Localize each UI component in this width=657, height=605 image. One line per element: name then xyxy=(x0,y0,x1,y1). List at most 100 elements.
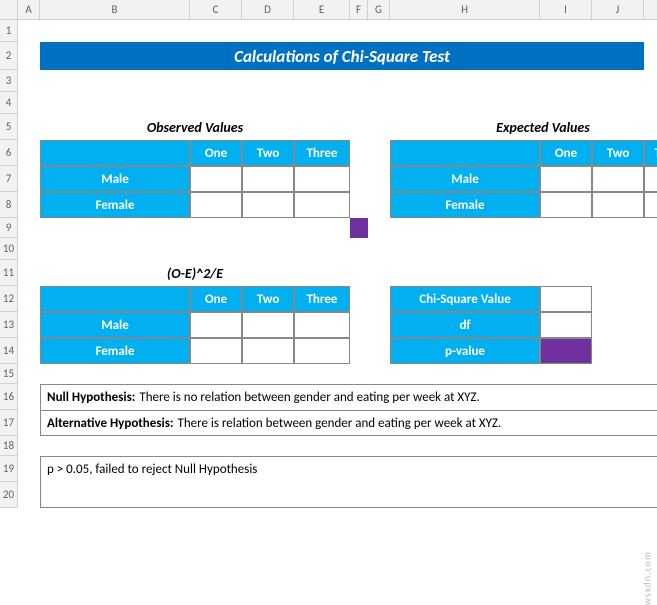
observed-male-two[interactable] xyxy=(242,166,294,192)
cell[interactable] xyxy=(644,218,657,238)
cell[interactable] xyxy=(18,286,40,312)
oe-female-two[interactable] xyxy=(242,338,294,364)
pvalue-value[interactable] xyxy=(540,338,592,364)
oe-male-two[interactable] xyxy=(242,312,294,338)
oe-female-one[interactable] xyxy=(190,338,242,364)
cell[interactable] xyxy=(242,20,294,42)
df-value[interactable] xyxy=(540,312,592,338)
oe-col-two[interactable]: Two xyxy=(242,286,294,312)
row-16[interactable]: 16 xyxy=(0,384,18,410)
cell[interactable] xyxy=(40,20,190,42)
cell[interactable] xyxy=(18,436,657,456)
col-A[interactable]: A xyxy=(18,0,40,20)
expected-female-three[interactable] xyxy=(644,192,657,218)
cell[interactable] xyxy=(18,312,40,338)
cell[interactable] xyxy=(644,338,657,364)
oe-male-three[interactable] xyxy=(294,312,350,338)
cell[interactable] xyxy=(18,384,40,410)
expected-row-male[interactable]: Male xyxy=(390,166,540,192)
expected-col-three[interactable]: Three xyxy=(644,140,657,166)
cell[interactable] xyxy=(350,260,657,286)
cell[interactable] xyxy=(390,218,540,238)
row-7[interactable]: 7 xyxy=(0,166,18,192)
cell[interactable] xyxy=(644,42,657,70)
row-19[interactable]: 19 xyxy=(0,456,18,482)
row-12[interactable]: 12 xyxy=(0,286,18,312)
cell[interactable] xyxy=(242,218,294,238)
cell[interactable] xyxy=(40,92,657,114)
cell[interactable] xyxy=(18,114,40,140)
cell[interactable] xyxy=(350,114,368,140)
cell[interactable] xyxy=(294,20,350,42)
cell[interactable] xyxy=(350,20,368,42)
cell[interactable] xyxy=(40,70,657,92)
cell[interactable] xyxy=(18,140,40,166)
cell[interactable] xyxy=(18,218,40,238)
col-B[interactable]: B xyxy=(40,0,190,20)
cell[interactable] xyxy=(18,192,40,218)
oe-col-three[interactable]: Three xyxy=(294,286,350,312)
row-17[interactable]: 17 xyxy=(0,410,18,436)
cell[interactable] xyxy=(18,42,40,70)
row-3[interactable]: 3 xyxy=(0,70,18,92)
cell[interactable] xyxy=(18,482,40,508)
row-9[interactable]: 9 xyxy=(0,218,18,238)
cell[interactable] xyxy=(18,338,40,364)
row-4[interactable]: 4 xyxy=(0,92,18,114)
cell[interactable] xyxy=(368,218,390,238)
result-row-empty[interactable] xyxy=(40,482,657,508)
col-K[interactable]: K xyxy=(644,0,657,20)
cell[interactable] xyxy=(350,286,368,312)
select-all-corner[interactable] xyxy=(0,0,18,20)
row-11[interactable]: 11 xyxy=(0,260,18,286)
col-G[interactable]: G xyxy=(368,0,390,20)
observed-male-three[interactable] xyxy=(294,166,350,192)
row-8[interactable]: 8 xyxy=(0,192,18,218)
cell[interactable] xyxy=(18,456,40,482)
expected-male-two[interactable] xyxy=(592,166,644,192)
row-10[interactable]: 10 xyxy=(0,238,18,260)
cell[interactable] xyxy=(540,218,592,238)
col-H[interactable]: H xyxy=(390,0,540,20)
df-label[interactable]: df xyxy=(390,312,540,338)
cell[interactable] xyxy=(350,140,368,166)
cell[interactable] xyxy=(18,70,40,92)
observed-col-one[interactable]: One xyxy=(190,140,242,166)
page-title[interactable]: Calculations of Chi-Square Test xyxy=(40,42,644,70)
cell[interactable] xyxy=(592,218,644,238)
cell[interactable] xyxy=(18,364,657,384)
cell[interactable] xyxy=(190,218,242,238)
cell[interactable] xyxy=(368,140,390,166)
cell[interactable] xyxy=(18,238,657,260)
row-5[interactable]: 5 xyxy=(0,114,18,140)
cell[interactable] xyxy=(350,166,368,192)
observed-col-three[interactable]: Three xyxy=(294,140,350,166)
expected-corner[interactable] xyxy=(390,140,540,166)
row-1[interactable]: 1 xyxy=(0,20,18,42)
oe-col-one[interactable]: One xyxy=(190,286,242,312)
expected-col-two[interactable]: Two xyxy=(592,140,644,166)
row-14[interactable]: 14 xyxy=(0,338,18,364)
cell[interactable] xyxy=(592,286,644,312)
null-hypothesis-row[interactable]: Null Hypothesis: There is no relation be… xyxy=(40,384,657,410)
cell[interactable] xyxy=(18,92,40,114)
cell[interactable] xyxy=(368,312,390,338)
cell[interactable] xyxy=(644,20,657,42)
cell[interactable] xyxy=(190,20,242,42)
row-13[interactable]: 13 xyxy=(0,312,18,338)
row-18[interactable]: 18 xyxy=(0,436,18,456)
cell[interactable] xyxy=(350,192,368,218)
oe-row-female[interactable]: Female xyxy=(40,338,190,364)
col-C[interactable]: C xyxy=(190,0,242,20)
observed-male-one[interactable] xyxy=(190,166,242,192)
observed-female-one[interactable] xyxy=(190,192,242,218)
cell[interactable] xyxy=(18,260,40,286)
cell[interactable] xyxy=(40,218,190,238)
cell[interactable] xyxy=(18,410,40,436)
cell[interactable] xyxy=(644,312,657,338)
expected-female-two[interactable] xyxy=(592,192,644,218)
observed-row-male[interactable]: Male xyxy=(40,166,190,192)
row-6[interactable]: 6 xyxy=(0,140,18,166)
col-I[interactable]: I xyxy=(540,0,592,20)
cell[interactable] xyxy=(592,20,644,42)
